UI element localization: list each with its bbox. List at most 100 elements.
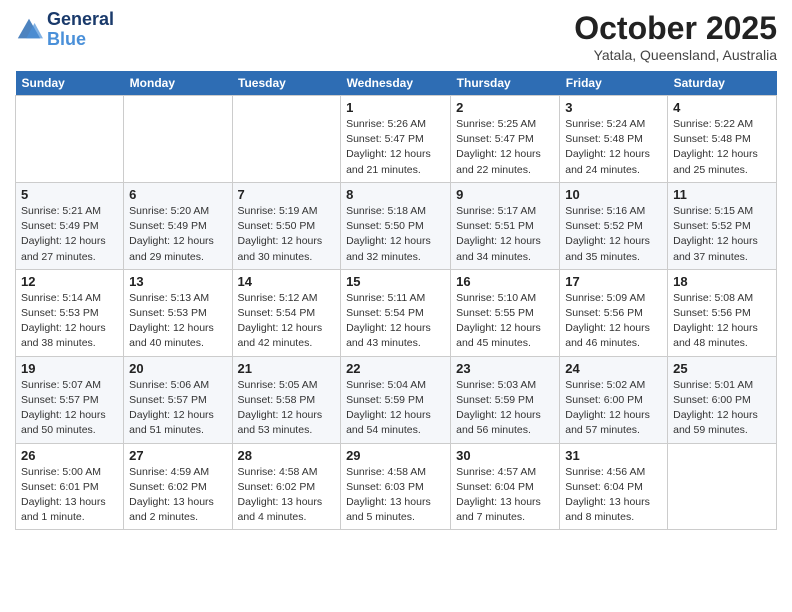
- weekday-monday: Monday: [124, 71, 232, 96]
- day-number: 19: [21, 361, 118, 376]
- day-number: 15: [346, 274, 445, 289]
- day-cell: 27Sunrise: 4:59 AM Sunset: 6:02 PM Dayli…: [124, 443, 232, 530]
- day-info: Sunrise: 5:04 AM Sunset: 5:59 PM Dayligh…: [346, 378, 445, 439]
- day-info: Sunrise: 5:08 AM Sunset: 5:56 PM Dayligh…: [673, 291, 771, 352]
- day-info: Sunrise: 5:19 AM Sunset: 5:50 PM Dayligh…: [238, 204, 336, 265]
- day-info: Sunrise: 5:22 AM Sunset: 5:48 PM Dayligh…: [673, 117, 771, 178]
- day-cell: 10 Sunrise: 5:16 AM Sunset: 5:52 PM Dayli…: [560, 182, 668, 269]
- day-number: 27: [129, 448, 226, 463]
- day-cell: 11 Sunrise: 5:15 AM Sunset: 5:52 PM Dayli…: [668, 182, 777, 269]
- day-cell: 9 Sunrise: 5:17 AM Sunset: 5:51 PM Daylig…: [451, 182, 560, 269]
- day-number: 20: [129, 361, 226, 376]
- day-cell: 22 Sunrise: 5:04 AM Sunset: 5:59 PM Dayli…: [341, 356, 451, 443]
- day-info: Sunrise: 5:02 AM Sunset: 6:00 PM Dayligh…: [565, 378, 662, 439]
- day-info: Sunrise: 5:18 AM Sunset: 5:50 PM Dayligh…: [346, 204, 445, 265]
- weekday-tuesday: Tuesday: [232, 71, 341, 96]
- day-info: Sunrise: 4:56 AM Sunset: 6:04 PM Dayligh…: [565, 465, 662, 526]
- week-row-1: 1 Sunrise: 5:26 AM Sunset: 5:47 PM Daylig…: [16, 96, 777, 183]
- day-cell: 23 Sunrise: 5:03 AM Sunset: 5:59 PM Dayli…: [451, 356, 560, 443]
- day-info: Sunrise: 5:03 AM Sunset: 5:59 PM Dayligh…: [456, 378, 554, 439]
- logo: General Blue: [15, 10, 114, 50]
- day-number: 28: [238, 448, 336, 463]
- day-number: 4: [673, 100, 771, 115]
- day-cell: [16, 96, 124, 183]
- header: General Blue October 2025 Yatala, Queens…: [15, 10, 777, 63]
- day-cell: 12Sunrise: 5:14 AM Sunset: 5:53 PM Dayli…: [16, 269, 124, 356]
- day-number: 5: [21, 187, 118, 202]
- day-number: 10: [565, 187, 662, 202]
- day-cell: 7Sunrise: 5:19 AM Sunset: 5:50 PM Daylig…: [232, 182, 341, 269]
- day-number: 11: [673, 187, 771, 202]
- weekday-thursday: Thursday: [451, 71, 560, 96]
- day-cell: 4 Sunrise: 5:22 AM Sunset: 5:48 PM Daylig…: [668, 96, 777, 183]
- day-cell: 20 Sunrise: 5:06 AM Sunset: 5:57 PM Dayli…: [124, 356, 232, 443]
- calendar-table: SundayMondayTuesdayWednesdayThursdayFrid…: [15, 71, 777, 530]
- weekday-friday: Friday: [560, 71, 668, 96]
- day-number: 8: [346, 187, 445, 202]
- day-number: 16: [456, 274, 554, 289]
- day-cell: 21 Sunrise: 5:05 AM Sunset: 5:58 PM Dayli…: [232, 356, 341, 443]
- day-number: 13: [129, 274, 226, 289]
- day-cell: 2 Sunrise: 5:25 AM Sunset: 5:47 PM Daylig…: [451, 96, 560, 183]
- week-row-2: 5Sunrise: 5:21 AM Sunset: 5:49 PM Daylig…: [16, 182, 777, 269]
- day-info: Sunrise: 5:00 AM Sunset: 6:01 PM Dayligh…: [21, 465, 118, 526]
- day-cell: 25 Sunrise: 5:01 AM Sunset: 6:00 PM Dayli…: [668, 356, 777, 443]
- day-info: Sunrise: 5:14 AM Sunset: 5:53 PM Dayligh…: [21, 291, 118, 352]
- day-number: 18: [673, 274, 771, 289]
- month-title: October 2025: [574, 10, 777, 47]
- day-info: Sunrise: 5:07 AM Sunset: 5:57 PM Dayligh…: [21, 378, 118, 439]
- day-cell: 18 Sunrise: 5:08 AM Sunset: 5:56 PM Dayli…: [668, 269, 777, 356]
- day-number: 6: [129, 187, 226, 202]
- day-number: 21: [238, 361, 336, 376]
- weekday-saturday: Saturday: [668, 71, 777, 96]
- day-cell: 5Sunrise: 5:21 AM Sunset: 5:49 PM Daylig…: [16, 182, 124, 269]
- day-number: 9: [456, 187, 554, 202]
- day-cell: [124, 96, 232, 183]
- day-info: Sunrise: 5:05 AM Sunset: 5:58 PM Dayligh…: [238, 378, 336, 439]
- day-info: Sunrise: 5:20 AM Sunset: 5:49 PM Dayligh…: [129, 204, 226, 265]
- day-cell: 1 Sunrise: 5:26 AM Sunset: 5:47 PM Daylig…: [341, 96, 451, 183]
- week-row-5: 26 Sunrise: 5:00 AM Sunset: 6:01 PM Dayli…: [16, 443, 777, 530]
- logo-icon: [15, 16, 43, 44]
- week-row-3: 12Sunrise: 5:14 AM Sunset: 5:53 PM Dayli…: [16, 269, 777, 356]
- day-cell: 3 Sunrise: 5:24 AM Sunset: 5:48 PM Daylig…: [560, 96, 668, 183]
- day-info: Sunrise: 5:17 AM Sunset: 5:51 PM Dayligh…: [456, 204, 554, 265]
- logo-text: General Blue: [47, 10, 114, 50]
- day-number: 22: [346, 361, 445, 376]
- day-info: Sunrise: 5:15 AM Sunset: 5:52 PM Dayligh…: [673, 204, 771, 265]
- weekday-header-row: SundayMondayTuesdayWednesdayThursdayFrid…: [16, 71, 777, 96]
- day-number: 24: [565, 361, 662, 376]
- day-cell: 24 Sunrise: 5:02 AM Sunset: 6:00 PM Dayli…: [560, 356, 668, 443]
- day-info: Sunrise: 5:09 AM Sunset: 5:56 PM Dayligh…: [565, 291, 662, 352]
- day-info: Sunrise: 5:24 AM Sunset: 5:48 PM Dayligh…: [565, 117, 662, 178]
- day-cell: 30Sunrise: 4:57 AM Sunset: 6:04 PM Dayli…: [451, 443, 560, 530]
- day-number: 3: [565, 100, 662, 115]
- day-info: Sunrise: 5:16 AM Sunset: 5:52 PM Dayligh…: [565, 204, 662, 265]
- day-info: Sunrise: 5:06 AM Sunset: 5:57 PM Dayligh…: [129, 378, 226, 439]
- day-cell: 14Sunrise: 5:12 AM Sunset: 5:54 PM Dayli…: [232, 269, 341, 356]
- day-info: Sunrise: 5:13 AM Sunset: 5:53 PM Dayligh…: [129, 291, 226, 352]
- day-info: Sunrise: 5:25 AM Sunset: 5:47 PM Dayligh…: [456, 117, 554, 178]
- day-info: Sunrise: 5:12 AM Sunset: 5:54 PM Dayligh…: [238, 291, 336, 352]
- day-cell: 6 Sunrise: 5:20 AM Sunset: 5:49 PM Daylig…: [124, 182, 232, 269]
- day-info: Sunrise: 4:57 AM Sunset: 6:04 PM Dayligh…: [456, 465, 554, 526]
- day-info: Sunrise: 5:01 AM Sunset: 6:00 PM Dayligh…: [673, 378, 771, 439]
- location-title: Yatala, Queensland, Australia: [574, 47, 777, 63]
- day-cell: 16Sunrise: 5:10 AM Sunset: 5:55 PM Dayli…: [451, 269, 560, 356]
- weekday-sunday: Sunday: [16, 71, 124, 96]
- day-number: 25: [673, 361, 771, 376]
- day-number: 23: [456, 361, 554, 376]
- day-number: 2: [456, 100, 554, 115]
- week-row-4: 19 Sunrise: 5:07 AM Sunset: 5:57 PM Dayli…: [16, 356, 777, 443]
- weekday-wednesday: Wednesday: [341, 71, 451, 96]
- day-cell: [232, 96, 341, 183]
- day-number: 31: [565, 448, 662, 463]
- day-cell: 13 Sunrise: 5:13 AM Sunset: 5:53 PM Dayli…: [124, 269, 232, 356]
- day-info: Sunrise: 4:58 AM Sunset: 6:02 PM Dayligh…: [238, 465, 336, 526]
- day-cell: 15Sunrise: 5:11 AM Sunset: 5:54 PM Dayli…: [341, 269, 451, 356]
- page-container: General Blue October 2025 Yatala, Queens…: [0, 0, 792, 540]
- day-info: Sunrise: 5:26 AM Sunset: 5:47 PM Dayligh…: [346, 117, 445, 178]
- day-number: 1: [346, 100, 445, 115]
- day-number: 26: [21, 448, 118, 463]
- day-cell: 19 Sunrise: 5:07 AM Sunset: 5:57 PM Dayli…: [16, 356, 124, 443]
